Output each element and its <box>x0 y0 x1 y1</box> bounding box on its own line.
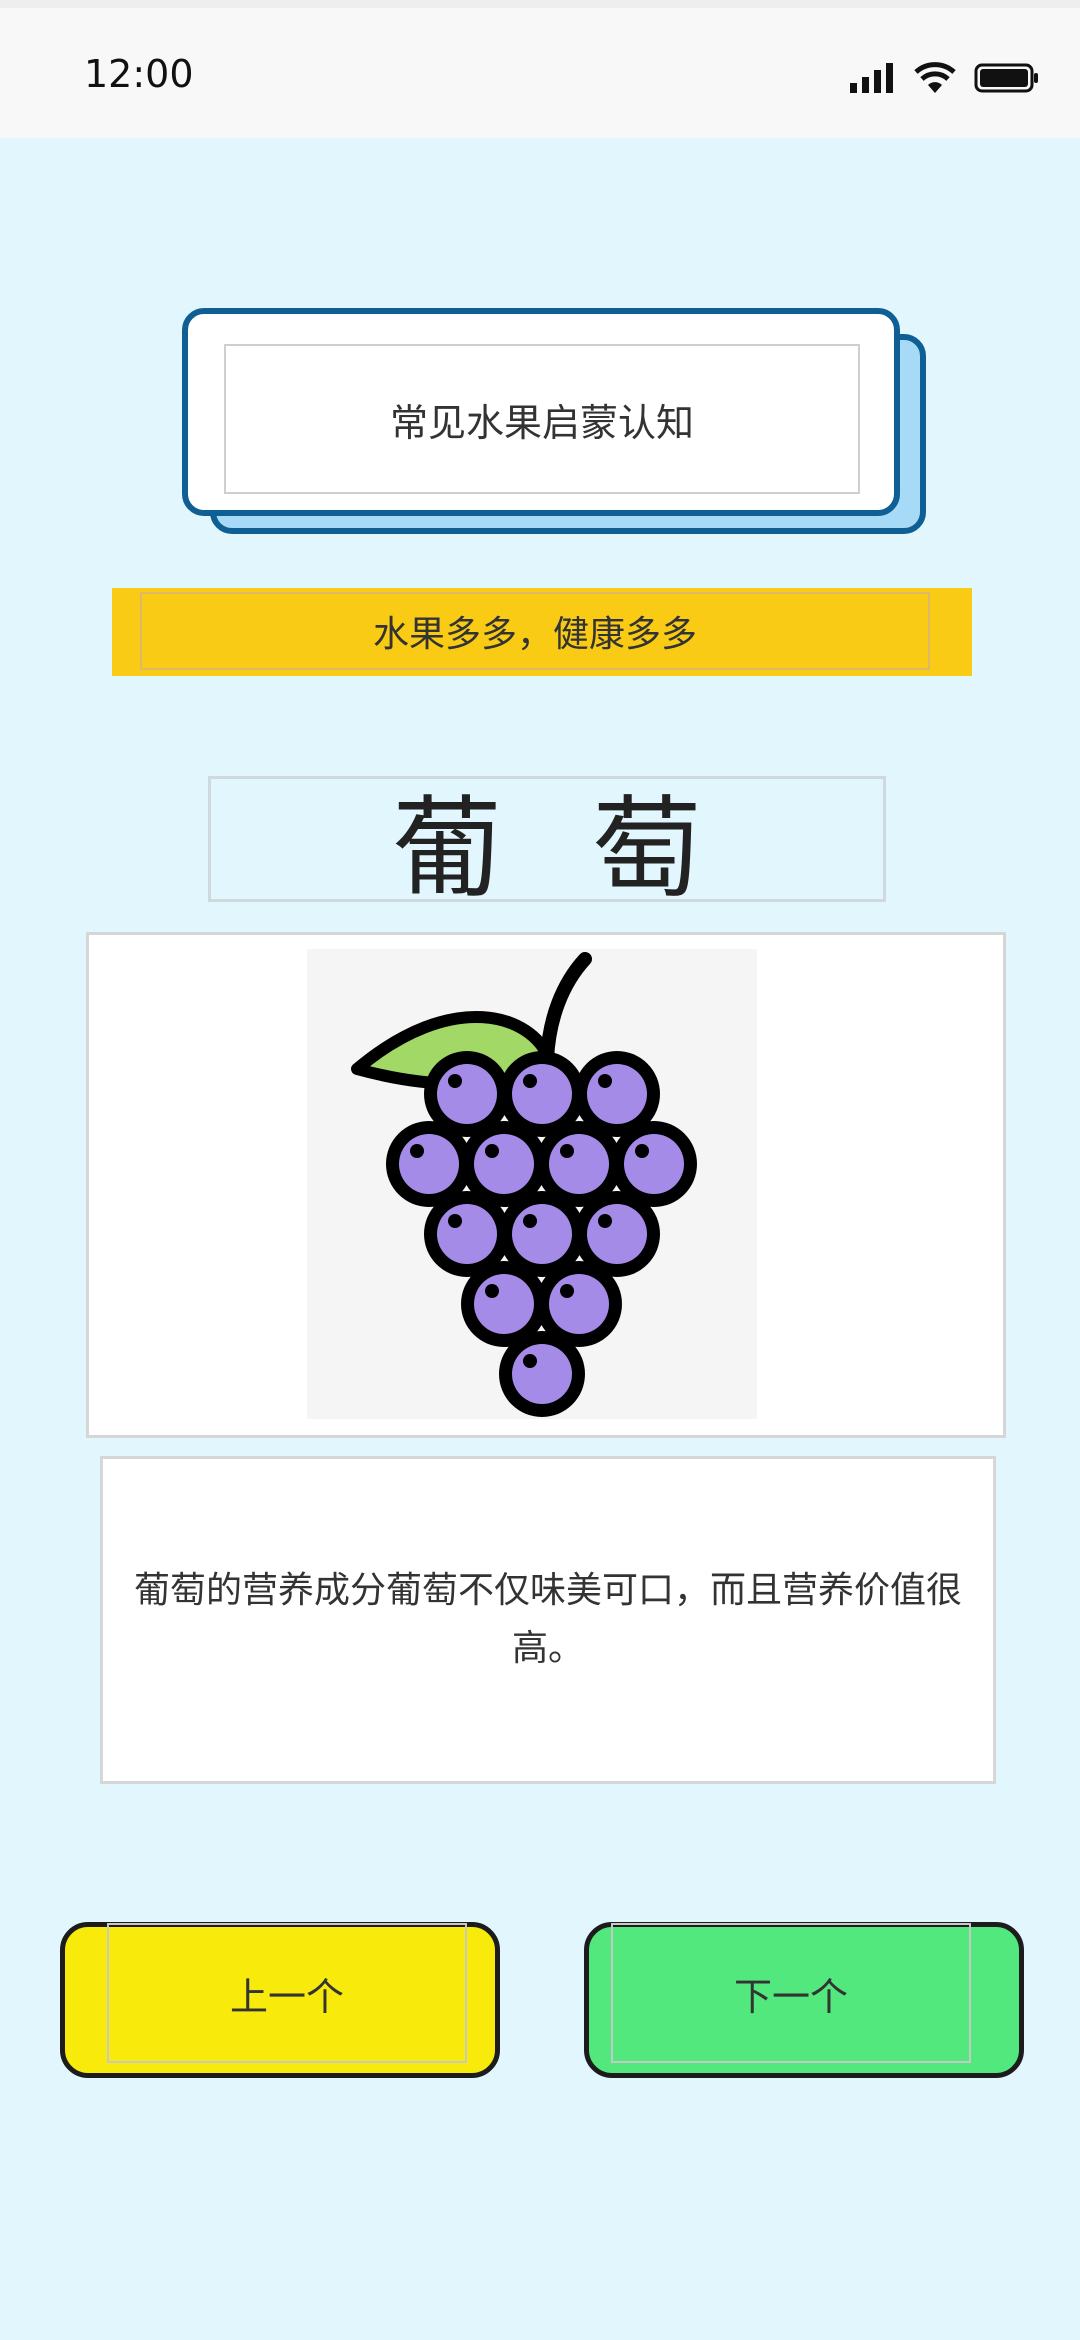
fruit-image-box <box>86 932 1006 1438</box>
battery-icon <box>974 63 1038 93</box>
fruit-name: 葡萄 <box>208 776 886 913</box>
description-text: 葡萄的营养成分葡萄不仅味美可口，而且营养价值很高。 <box>133 1570 962 1669</box>
next-button[interactable]: 下一个 <box>584 1922 1024 2078</box>
next-button-label: 下一个 <box>611 1923 971 2063</box>
slogan-banner: 水果多多，健康多多 <box>112 588 972 676</box>
status-icons <box>850 62 1040 94</box>
status-bar: 12:00 <box>0 0 1080 138</box>
prev-button[interactable]: 上一个 <box>60 1922 500 2078</box>
signal-icon <box>850 63 893 93</box>
prev-button-label: 上一个 <box>107 1923 467 2063</box>
status-time: 12:00 <box>84 52 194 96</box>
title-card: 常见水果启蒙认知 <box>182 308 930 542</box>
page-title: 常见水果启蒙认知 <box>224 344 860 494</box>
fruit-image <box>307 949 757 1419</box>
fruit-description: 葡萄的营养成分葡萄不仅味美可口，而且营养价值很高。 <box>100 1456 996 1784</box>
grape-icon <box>351 952 697 1417</box>
slogan-text: 水果多多，健康多多 <box>140 592 930 670</box>
title-card-front: 常见水果启蒙认知 <box>182 308 900 516</box>
wifi-icon <box>914 62 956 93</box>
